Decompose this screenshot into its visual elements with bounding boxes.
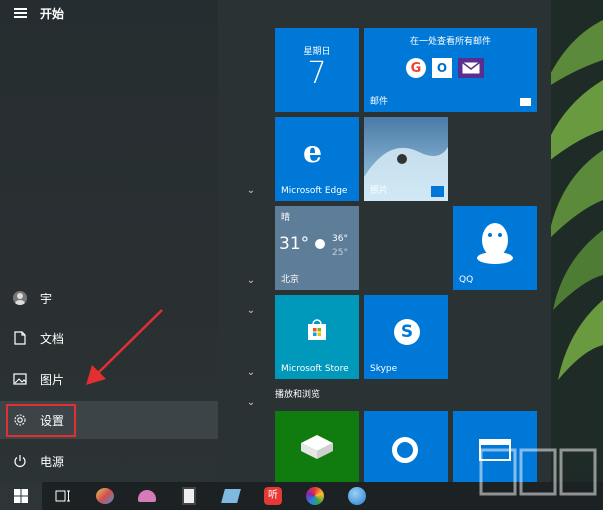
taskbar-app-browser[interactable] (294, 482, 336, 510)
groove-music-tile[interactable] (364, 411, 448, 482)
chevron-down-icon[interactable]: ⌄ (246, 186, 256, 196)
photos-label: 照片 (370, 186, 389, 196)
colorful-browser-icon (306, 487, 324, 505)
mail-headline: 在一处查看所有邮件 (409, 37, 491, 47)
qq-penguin-icon (477, 223, 513, 264)
outlook-icon: O (432, 58, 452, 78)
start-menu-title: 开始 (40, 6, 65, 21)
mail-label: 邮件 (370, 97, 389, 107)
taskbar-app-ie[interactable] (336, 482, 378, 510)
rail-item-label: 电源 (40, 454, 65, 469)
umbrella-app-icon (138, 490, 156, 502)
document-icon (0, 331, 40, 345)
tiles-panel: ⌄ ⌄ ⌄ ⌄ ⌄ 星期日 7 在一处查看所有邮件 G O 邮件 e Micro… (218, 0, 551, 482)
task-view-button[interactable] (42, 482, 84, 510)
globe-browser-icon (348, 487, 366, 505)
hamburger-menu-icon[interactable] (0, 0, 40, 26)
taskbar-app-ting[interactable]: 听 (252, 482, 294, 510)
photos-badge-icon (431, 186, 444, 197)
user-avatar-icon (13, 291, 27, 305)
xbox-console-icon (301, 435, 333, 459)
yahoo-mail-icon (458, 58, 484, 78)
weather-low: 25° (332, 248, 348, 258)
store-tile[interactable]: Microsoft Store (275, 295, 359, 379)
rail-item-power[interactable]: 电源 (0, 442, 218, 480)
qq-label: QQ (459, 275, 474, 285)
qq-tile[interactable]: QQ (453, 206, 537, 290)
xbox-tile[interactable] (275, 411, 359, 482)
calculator-icon (182, 487, 196, 505)
power-icon (0, 454, 40, 468)
envelope-icon (520, 98, 531, 106)
chevron-down-icon[interactable]: ⌄ (246, 398, 256, 408)
calendar-tile[interactable]: 星期日 7 (275, 28, 359, 112)
weather-high: 36° (332, 234, 348, 244)
edge-label: Microsoft Edge (281, 186, 348, 196)
section-title: 播放和浏览 (275, 390, 321, 400)
taskbar-app-calculator[interactable] (168, 482, 210, 510)
music-disc-icon (392, 437, 418, 463)
store-bag-icon (308, 319, 326, 340)
chevron-down-icon[interactable]: ⌄ (246, 276, 256, 286)
calendar-day-number: 7 (307, 56, 327, 91)
task-view-icon (55, 490, 70, 502)
watermark-logo (479, 448, 597, 496)
google-icon: G (406, 58, 426, 78)
start-button[interactable] (0, 482, 42, 510)
ting-app-icon: 听 (264, 487, 282, 505)
pictures-icon (0, 373, 40, 385)
edge-tile[interactable]: e Microsoft Edge (275, 117, 359, 201)
paint-palette-icon (96, 488, 114, 504)
taskbar-app-paint[interactable] (84, 482, 126, 510)
settings-highlight-box (6, 404, 76, 437)
mail-tile[interactable]: 在一处查看所有邮件 G O 邮件 (364, 28, 537, 112)
start-menu-header: 开始 (0, 0, 218, 26)
store-label: Microsoft Store (281, 364, 349, 374)
taskbar-app-notes[interactable] (210, 482, 252, 510)
chevron-down-icon[interactable]: ⌄ (246, 306, 256, 316)
weather-temp: 31° (279, 234, 310, 254)
skype-icon: S (394, 319, 420, 345)
weather-city: 北京 (281, 275, 300, 285)
rail-item-label: 宇 (40, 291, 53, 306)
skype-label: Skype (370, 364, 398, 374)
taskbar-app-umbrella[interactable] (126, 482, 168, 510)
weather-condition: 晴 (281, 213, 291, 223)
photos-tile[interactable]: 照片 (364, 117, 448, 201)
weather-tile[interactable]: 晴 31° 36° 25° 北京 (275, 206, 359, 290)
mail-app-icons: G O (406, 58, 484, 78)
rail-item-label: 图片 (40, 372, 65, 387)
chevron-down-icon[interactable]: ⌄ (246, 368, 256, 378)
sun-icon (315, 239, 325, 249)
rail-item-label: 文档 (40, 331, 65, 346)
annotation-arrow (86, 309, 163, 385)
skype-tile[interactable]: S Skype (364, 295, 448, 379)
windows-logo-icon (14, 489, 28, 503)
notes-app-icon (221, 489, 241, 503)
edge-icon: e (303, 135, 323, 170)
